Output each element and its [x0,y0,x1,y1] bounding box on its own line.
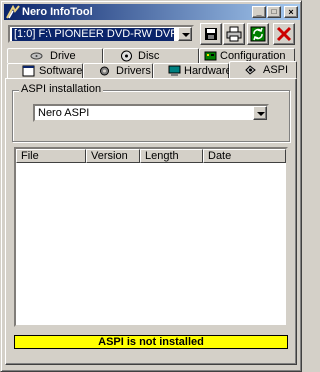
chevron-down-icon [257,112,265,116]
aspi-status-bar: ASPI is not installed [14,335,288,349]
drive-select-dropdown-button[interactable] [178,27,192,41]
tab-hardware-label: Hardware [184,65,232,77]
window-title: Nero InfoTool [22,6,93,18]
aspi-installation-label: ASPI installation [19,83,104,96]
column-header-date-label: Date [208,150,232,162]
chevron-down-icon [182,33,190,37]
tab-drive-label: Drive [50,50,76,62]
column-header-date[interactable]: Date [203,149,286,163]
drive-icon [30,52,43,60]
column-header-length[interactable]: Length [140,149,203,163]
maximize-button[interactable]: □ [267,6,281,18]
refresh-button[interactable] [247,23,269,45]
configuration-icon [204,51,217,61]
aspi-select-value: Nero ASPI [38,107,90,119]
drive-select-value: [1:0] F:\ PIONEER DVD-RW DVR-107D [12,28,174,41]
tab-aspi-label: ASPI [263,64,289,76]
disc-icon [121,50,132,62]
save-icon [205,28,217,40]
column-header-file[interactable]: File [16,149,86,163]
tab-aspi[interactable]: ASPI [229,61,297,78]
tab-software[interactable]: Software [7,63,83,78]
main-window: Nero InfoTool _ □ × [1:0] F:\ PIONEER DV… [0,0,302,372]
aspi-icon [245,65,256,75]
tab-drive[interactable]: Drive [7,48,103,63]
print-icon [226,26,242,42]
tab-disc[interactable]: Disc [103,48,199,63]
tab-hardware[interactable]: Hardware [153,63,232,78]
save-button[interactable] [200,23,222,45]
minimize-button[interactable]: _ [252,6,266,18]
drive-select[interactable]: [1:0] F:\ PIONEER DVD-RW DVR-107D [8,25,194,43]
exit-icon [276,26,292,42]
exit-button[interactable] [273,23,295,45]
aspi-select[interactable]: Nero ASPI [33,104,269,122]
aspi-file-list[interactable]: File Version Length Date [14,147,288,327]
refresh-icon [250,26,266,42]
tab-software-label: Software [39,65,83,77]
title-bar[interactable]: Nero InfoTool _ □ × [4,4,300,20]
tab-drivers-label: Drivers [116,65,151,77]
tab-disc-label: Disc [138,50,160,62]
tab-drivers[interactable]: Drivers [83,63,153,78]
software-icon [22,65,35,77]
hardware-icon [168,65,181,76]
column-header-version-label: Version [91,150,128,162]
column-header-version[interactable]: Version [86,149,140,163]
drivers-icon [100,66,109,76]
print-button[interactable] [223,23,245,45]
column-header-length-label: Length [145,150,179,162]
aspi-select-dropdown-button[interactable] [253,106,267,120]
close-button[interactable]: × [284,6,298,18]
nero-logo-icon [6,4,20,19]
column-header-file-label: File [21,150,39,162]
